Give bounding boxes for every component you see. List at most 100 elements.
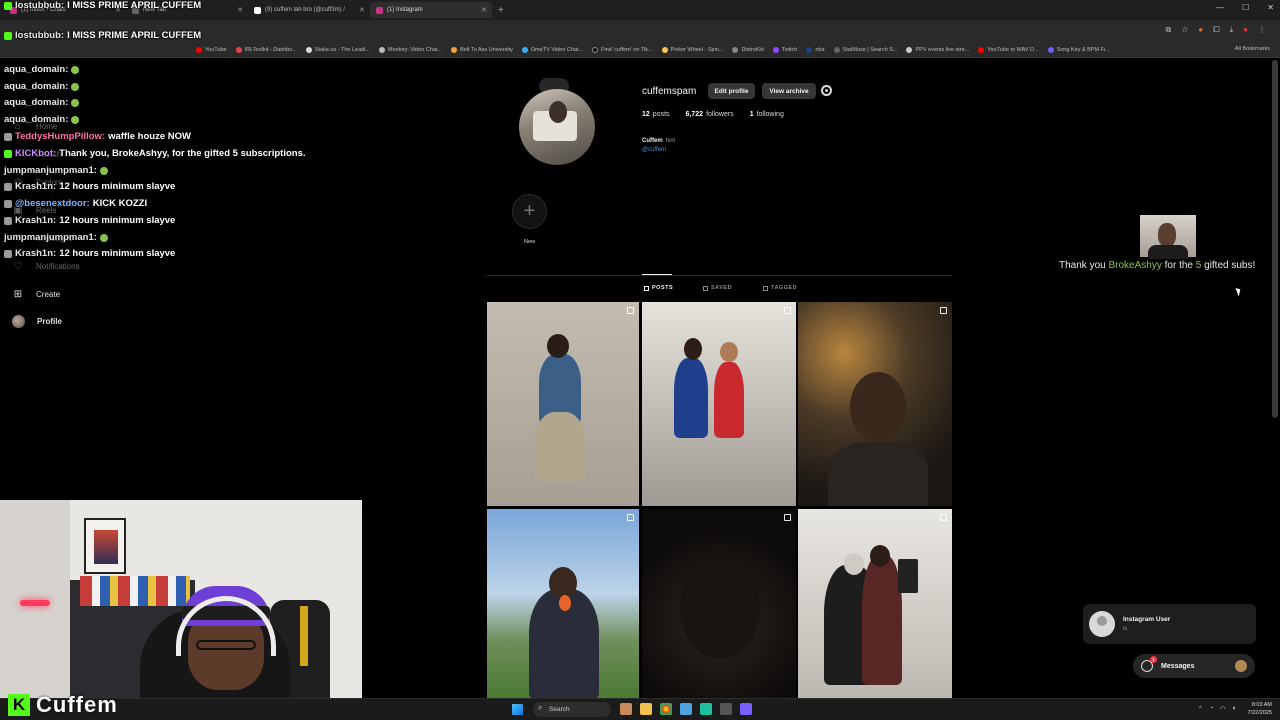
app-icon[interactable] bbox=[720, 703, 732, 715]
browser-tab-new[interactable]: New Tab ✕ bbox=[126, 2, 248, 18]
tag-icon bbox=[763, 285, 768, 291]
menu-icon[interactable]: ⋮ bbox=[1258, 25, 1266, 35]
bookmark-item[interactable]: Song Key & BPM Fi... bbox=[1047, 46, 1110, 53]
sidebar-item-explore[interactable]: ◎ Explore bbox=[12, 176, 64, 188]
widgets-icon[interactable] bbox=[620, 703, 632, 715]
network-icon[interactable]: ◔ bbox=[1209, 705, 1213, 713]
tab-saved[interactable]: SAVED bbox=[703, 285, 732, 291]
wifi-icon[interactable]: ◠ bbox=[1220, 705, 1226, 713]
sidebar-item-label: Search bbox=[36, 149, 62, 159]
post-thumbnail[interactable] bbox=[487, 302, 639, 506]
sidebar-item-reels[interactable]: ▣ Reels bbox=[12, 204, 56, 216]
windows-taskbar: Search ⌃ ◔ ◠ ◖ 8:03 AM 7/22/2025 bbox=[0, 698, 1280, 720]
sidebar-item-notifications[interactable]: ♡ Notifications bbox=[12, 260, 80, 272]
alert-count: 5 bbox=[1195, 260, 1202, 271]
following-stat[interactable]: 1 following bbox=[750, 111, 784, 118]
close-icon[interactable]: ✕ bbox=[115, 6, 121, 14]
bookmark-item[interactable]: PPV events live stre... bbox=[906, 46, 969, 53]
close-icon[interactable]: ✕ bbox=[481, 6, 487, 14]
followers-count: 6,722 bbox=[685, 111, 704, 118]
avatar-detail bbox=[549, 101, 567, 123]
browser-tab-instagram[interactable]: (1) Instagram ✕ bbox=[370, 2, 492, 18]
chevron-up-icon[interactable]: ⌃ bbox=[1198, 705, 1204, 713]
all-bookmarks-button[interactable]: All Bookmarks bbox=[1235, 46, 1270, 52]
app-icon[interactable] bbox=[740, 703, 752, 715]
sidebar-item-search[interactable]: ⌕ Search bbox=[12, 148, 61, 160]
post-thumbnail[interactable] bbox=[798, 302, 952, 506]
messages-button[interactable]: 1 Messages bbox=[1133, 654, 1255, 678]
alert-prefix: Thank you bbox=[1059, 260, 1106, 271]
bookmark-item[interactable]: DistroKid bbox=[732, 46, 764, 53]
tab-posts[interactable]: POSTS bbox=[644, 285, 673, 291]
post-thumbnail[interactable] bbox=[487, 509, 639, 698]
windows-start-icon[interactable] bbox=[512, 704, 523, 715]
post-thumbnail[interactable] bbox=[798, 509, 952, 698]
taskbar-search[interactable]: Search bbox=[533, 702, 611, 717]
bookmark-item[interactable]: nba bbox=[806, 46, 825, 53]
app-icon[interactable] bbox=[700, 703, 712, 715]
notification-name: Instagram User bbox=[1123, 616, 1171, 623]
bookmark-item[interactable]: OmeTV Video Chat... bbox=[521, 46, 583, 53]
new-tab-button[interactable]: + bbox=[498, 5, 504, 16]
sidebar-item-profile[interactable]: Profile bbox=[12, 315, 62, 328]
clock-date: 7/22/2025 bbox=[1247, 710, 1272, 716]
browser-tab-strip: (1) Inbox • Chats ✕ New Tab ✕ (9) cuffem l… bbox=[0, 0, 1280, 20]
browser-tab-x[interactable]: (9) cuffem lah bro (@cuff3m) / ✕ bbox=[248, 2, 370, 18]
bookmark-item[interactable]: Find 'cuffem' on Tik... bbox=[592, 46, 653, 53]
bookmark-item[interactable]: StatMuse | Search S... bbox=[833, 46, 897, 53]
bookmark-item[interactable]: Stake.us - The Leadi... bbox=[305, 46, 370, 53]
followers-stat[interactable]: 6,722 followers bbox=[686, 111, 734, 118]
carousel-icon bbox=[627, 514, 634, 521]
tab-tagged[interactable]: TAGGED bbox=[763, 285, 797, 291]
sidebar-item-home[interactable]: ⌂ Home bbox=[12, 120, 57, 132]
bookmark-item[interactable]: Belt To Ass University bbox=[451, 46, 513, 53]
sidebar-item-messages[interactable]: ◌ Messages bbox=[12, 232, 72, 244]
tab-label: POSTS bbox=[652, 285, 674, 291]
post-photo bbox=[684, 338, 702, 360]
puzzle-icon[interactable]: ⧠ bbox=[1213, 25, 1219, 35]
post-photo bbox=[714, 362, 744, 438]
edit-profile-button[interactable]: Edit profile bbox=[708, 83, 755, 99]
sidebar-item-create[interactable]: ⊞ Create bbox=[12, 288, 60, 300]
close-icon[interactable]: ✕ bbox=[237, 6, 243, 14]
system-tray: ⌃ ◔ ◠ ◖ bbox=[1198, 705, 1236, 713]
close-icon[interactable]: ✕ bbox=[359, 6, 365, 14]
bookmark-star-icon[interactable]: ☆ bbox=[1181, 25, 1188, 35]
extension-icon[interactable]: ● bbox=[1198, 25, 1203, 35]
browser-tab-inbox[interactable]: (1) Inbox • Chats ✕ bbox=[4, 2, 126, 18]
following-label: following bbox=[756, 111, 784, 118]
minimize-icon[interactable]: — bbox=[1216, 3, 1224, 12]
new-highlight-button[interactable]: + bbox=[512, 194, 547, 229]
bookmark-item[interactable]: IRLToolkit - Dashbo... bbox=[235, 46, 297, 53]
browser-toolbar: ⧉ ☆ ● ⧠ ⤓ ● ⋮ bbox=[0, 20, 1280, 42]
chrome-icon[interactable] bbox=[660, 703, 672, 715]
gear-icon[interactable] bbox=[821, 85, 832, 96]
instagram-logo-icon bbox=[376, 6, 383, 14]
bookmark-label: Twitch bbox=[781, 46, 798, 53]
file-explorer-icon[interactable] bbox=[640, 703, 652, 715]
post-thumbnail[interactable] bbox=[642, 302, 796, 506]
bookmark-item[interactable]: Picker Wheel - Spin... bbox=[661, 46, 723, 53]
download-icon[interactable]: ⤓ bbox=[1230, 25, 1234, 35]
profile-threads-handle[interactable]: @cuffem bbox=[642, 147, 666, 153]
profile-avatar[interactable] bbox=[519, 89, 595, 165]
app-icon[interactable] bbox=[680, 703, 692, 715]
alert-name: BrokeAshyy bbox=[1108, 260, 1162, 271]
taskbar-clock[interactable]: 8:03 AM 7/22/2025 bbox=[1248, 701, 1272, 717]
profile-icon[interactable]: ● bbox=[1243, 25, 1248, 35]
bookmark-item[interactable]: YouTube bbox=[196, 46, 227, 53]
view-archive-button[interactable]: View archive bbox=[762, 83, 816, 99]
post-thumbnail[interactable] bbox=[642, 509, 796, 698]
toolbar-icons: ⧉ ☆ ● ⧠ ⤓ ● ⋮ bbox=[1165, 25, 1266, 35]
message-notification-card[interactable]: Instagram User fa bbox=[1083, 604, 1256, 644]
volume-icon[interactable]: ◖ bbox=[1232, 705, 1236, 713]
close-window-icon[interactable]: ✕ bbox=[1267, 3, 1274, 12]
bookmark-item[interactable]: Twitch bbox=[772, 46, 798, 53]
bookmark-item[interactable]: YouTube to WAV D... bbox=[978, 46, 1039, 53]
profile-stats: 12 posts 6,722 followers 1 following bbox=[642, 111, 800, 118]
maximize-icon[interactable]: ☐ bbox=[1242, 3, 1249, 12]
page-scrollbar[interactable] bbox=[1272, 60, 1278, 418]
avatar bbox=[1235, 660, 1247, 672]
install-icon[interactable]: ⧉ bbox=[1165, 25, 1171, 35]
bookmark-item[interactable]: Monkey: Video Chat... bbox=[379, 46, 442, 53]
